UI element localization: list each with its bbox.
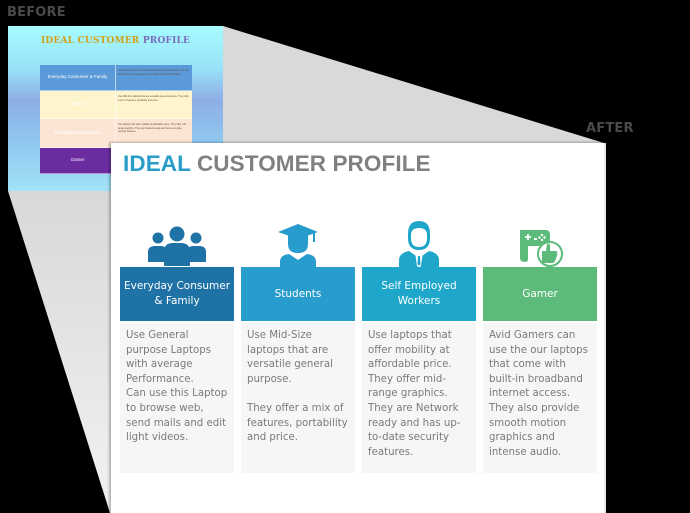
card-header: Gamer bbox=[483, 267, 597, 321]
after-slide: IDEAL CUSTOMER PROFILE Everyday Consumer… bbox=[111, 143, 606, 513]
card-header: Everyday Consumer & Family bbox=[120, 267, 234, 321]
after-slide-title: IDEAL CUSTOMER PROFILE bbox=[123, 151, 431, 177]
title-accent: IDEAL bbox=[123, 151, 191, 176]
before-row: Everyday Consumer & Family Use General p… bbox=[40, 65, 192, 91]
before-row-label: Gamer bbox=[70, 157, 85, 163]
card-header: Students bbox=[241, 267, 355, 321]
graduate-student-icon bbox=[241, 218, 355, 268]
title-rest: CUSTOMER PROFILE bbox=[196, 151, 431, 176]
before-row-label: Self Employed Workers bbox=[54, 129, 101, 135]
business-worker-icon bbox=[362, 218, 476, 268]
card-description: Avid Gamers can use the our laptops that… bbox=[483, 323, 597, 473]
before-row-text: Use General purpose Laptops with average… bbox=[115, 65, 192, 90]
before-row-label: Everyday Consumer & Family bbox=[47, 74, 108, 80]
before-title-part2: PROFILE bbox=[142, 36, 191, 46]
before-title-part1: IDEAL CUSTOMER bbox=[41, 36, 140, 46]
gamepad-thumbs-up-icon bbox=[483, 218, 597, 268]
card-description: Use General purpose Laptops with average… bbox=[120, 323, 234, 473]
card-description: Use Mid-Size laptops that are versatile … bbox=[241, 323, 355, 473]
before-row-label: Students bbox=[68, 101, 87, 107]
before-slide-title: IDEAL CUSTOMER PROFILE bbox=[41, 36, 190, 46]
card-description: Use laptops that offer mobility at affor… bbox=[362, 323, 476, 473]
after-label: AFTER bbox=[586, 121, 634, 136]
before-row-text: Use Mid-Size laptops that are versatile … bbox=[115, 91, 192, 118]
card-header: Self Employed Workers bbox=[362, 267, 476, 321]
family-group-icon bbox=[120, 218, 234, 268]
before-label: BEFORE bbox=[7, 5, 66, 20]
before-row: Students Use Mid-Size laptops that are v… bbox=[40, 91, 192, 119]
funnel-left bbox=[8, 191, 111, 513]
